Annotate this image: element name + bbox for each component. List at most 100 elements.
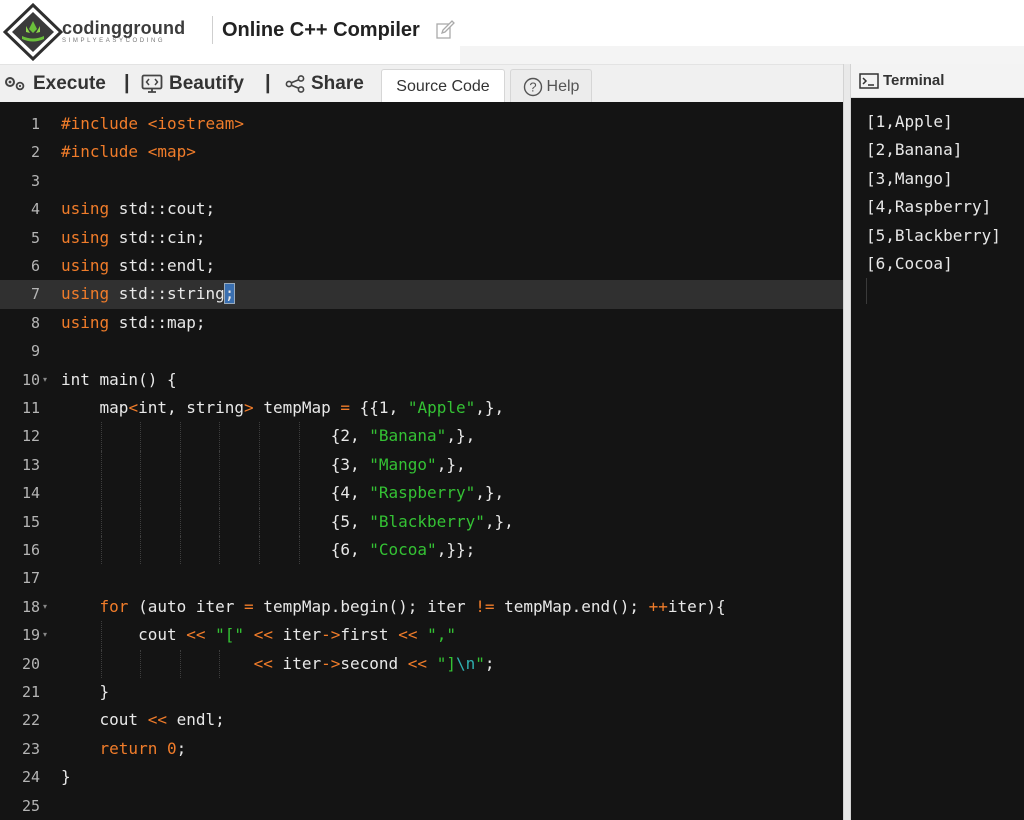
line-number: 18 xyxy=(21,597,40,616)
share-button[interactable]: Share xyxy=(285,73,364,95)
code-text: {3, "Mango",}, xyxy=(61,451,466,479)
fold-arrow-icon[interactable]: ▾ xyxy=(43,621,47,649)
code-line[interactable]: 17 xyxy=(0,564,843,592)
code-token: -> xyxy=(321,653,341,673)
code-line[interactable]: 7 using std::string; xyxy=(0,280,843,309)
code-token: using xyxy=(61,284,110,304)
code-token: ,}, xyxy=(446,426,476,446)
code-token: {2, xyxy=(61,426,370,446)
code-line[interactable]: 4 using std::cout; xyxy=(0,195,843,223)
code-token: -> xyxy=(321,625,341,645)
code-token: <map> xyxy=(147,142,196,162)
execute-button[interactable]: Execute xyxy=(3,73,106,95)
code-token: "Blackberry" xyxy=(369,511,485,531)
beautify-label: Beautify xyxy=(169,73,244,94)
gears-icon xyxy=(5,77,25,91)
tab-source-code[interactable]: Source Code xyxy=(381,69,505,103)
code-token: "Apple" xyxy=(407,398,476,417)
code-text: cout << "[" << iter->first << "," xyxy=(61,621,456,649)
terminal-icon xyxy=(859,72,879,89)
code-token: iter xyxy=(272,653,322,673)
line-number: 9 xyxy=(30,342,40,361)
code-token: "," xyxy=(427,625,456,645)
line-number: 6 xyxy=(30,257,40,275)
terminal-output-line: [5,Blackberry] xyxy=(866,225,1001,245)
code-line[interactable]: 21 } xyxy=(0,678,843,706)
code-editor[interactable]: 1 #include <iostream> 2 #include <map> 3 4 usi… xyxy=(0,102,843,820)
fold-arrow-icon[interactable]: ▾ xyxy=(43,593,47,621)
code-line[interactable]: 8 using std::map; xyxy=(0,309,843,337)
panel-splitter[interactable] xyxy=(843,64,851,820)
code-token: = xyxy=(244,596,254,616)
code-text: using std::endl; xyxy=(61,252,215,280)
line-number: 13 xyxy=(21,455,40,474)
code-line[interactable]: 3 xyxy=(0,167,843,195)
line-number: 7 xyxy=(30,285,40,304)
code-line[interactable]: 6 using std::endl; xyxy=(0,252,843,280)
line-number: 20 xyxy=(21,654,40,673)
code-token: \n xyxy=(455,653,476,673)
code-line[interactable]: 20 << iter->second << "]\n"; xyxy=(0,649,843,678)
line-number: 24 xyxy=(21,768,40,787)
tab-help[interactable]: ? Help xyxy=(510,69,592,103)
code-line[interactable]: 13 {3, "Mango",}, xyxy=(0,450,843,480)
code-line[interactable]: 10 ▾ int main() { xyxy=(0,366,843,394)
code-line[interactable]: 18 ▾ for (auto iter = tempMap.begin(); it… xyxy=(0,593,843,621)
code-token: std::string xyxy=(109,284,225,304)
code-token: endl; xyxy=(166,710,225,730)
code-token: {{1, xyxy=(350,398,408,417)
code-token: map xyxy=(61,398,129,417)
terminal-output[interactable]: [1,Apple] [2,Banana] [3,Mango] [4,Raspberry… xyxy=(851,98,1024,820)
terminal-output-line: [6,Cocoa] xyxy=(866,254,953,273)
line-number: 21 xyxy=(21,683,40,701)
code-line[interactable]: 19 ▾ cout << "[" << iter->first << "," xyxy=(0,621,843,650)
line-number: 25 xyxy=(21,796,40,815)
code-line[interactable]: 5 using std::cin; xyxy=(0,224,843,252)
code-token: using xyxy=(61,312,110,332)
code-token: << xyxy=(398,625,418,645)
code-token: } xyxy=(61,767,71,787)
code-line[interactable]: 23 return 0; xyxy=(0,735,843,763)
code-token: "[" xyxy=(215,625,245,645)
code-token: cout xyxy=(61,625,187,645)
line-number: 4 xyxy=(30,200,40,219)
code-line[interactable]: 11 map<int, string> tempMap = {{1, "Appl… xyxy=(0,394,843,422)
code-line[interactable]: 9 xyxy=(0,337,843,365)
code-token: << xyxy=(147,710,167,730)
beautify-button[interactable]: Beautify xyxy=(141,73,244,95)
svg-text:?: ? xyxy=(529,79,536,94)
code-token: << xyxy=(253,653,273,673)
line-number: 2 xyxy=(30,143,40,162)
line-number: 12 xyxy=(21,427,40,446)
codingground-logo[interactable] xyxy=(3,3,63,61)
code-line[interactable]: 16 {6, "Cocoa",}}; xyxy=(0,536,843,565)
line-number: 19 xyxy=(21,626,40,645)
code-line[interactable]: 24} xyxy=(0,763,843,791)
line-number: 16 xyxy=(21,541,40,559)
code-line[interactable]: 1 #include <iostream> xyxy=(0,110,843,138)
code-token: tempMap.begin(); iter xyxy=(253,596,476,616)
code-token: "Raspberry" xyxy=(369,483,476,503)
code-line[interactable]: 25 xyxy=(0,792,843,820)
fold-arrow-icon[interactable]: ▾ xyxy=(43,366,47,394)
code-line[interactable]: 22 cout << endl; xyxy=(0,706,843,734)
code-token: " xyxy=(475,653,485,673)
code-line[interactable]: 15 {5, "Blackberry",}, xyxy=(0,507,843,536)
code-line[interactable]: 2 #include <map> xyxy=(0,138,843,166)
header-divider xyxy=(212,16,213,44)
code-token: > xyxy=(244,398,254,417)
code-line[interactable]: 12 {2, "Banana",}, xyxy=(0,422,843,451)
line-number: 14 xyxy=(21,484,40,503)
terminal-output-line: [3,Mango] xyxy=(866,168,953,188)
code-text: for (auto iter = tempMap.begin(); iter !… xyxy=(61,593,726,621)
code-token: for xyxy=(99,596,129,616)
terminal-title: Terminal xyxy=(883,72,945,89)
edit-icon[interactable] xyxy=(435,20,455,40)
code-token: != xyxy=(475,596,495,616)
code-line[interactable]: 14 {4, "Raspberry",}, xyxy=(0,479,843,508)
code-token: "Banana" xyxy=(369,426,447,446)
